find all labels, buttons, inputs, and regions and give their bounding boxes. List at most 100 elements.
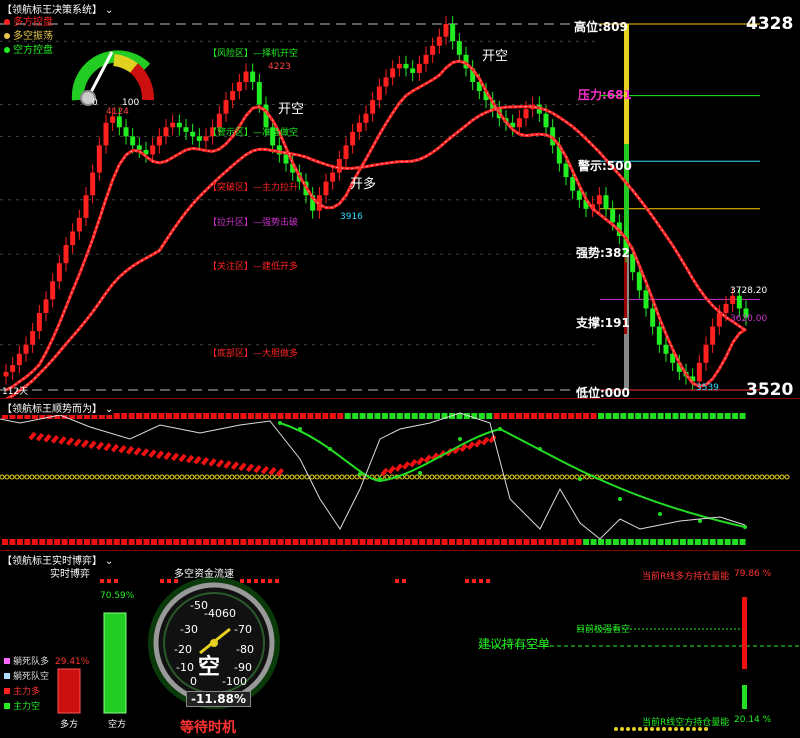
- gauge-value: -11.88%: [186, 691, 251, 707]
- candle-body: [730, 295, 736, 304]
- status-block-bottom: [24, 539, 31, 545]
- red-hatch: [155, 450, 165, 459]
- midline-dot: [59, 474, 65, 480]
- midline-dot: [194, 474, 200, 480]
- midline-dot: [134, 474, 140, 480]
- level-label: 高位:809: [574, 20, 628, 34]
- midline-dot: [704, 474, 710, 480]
- zone-label: 【警示区】—准备做空: [208, 128, 299, 138]
- status-block-bottom: [76, 539, 83, 545]
- candle-body: [150, 145, 156, 155]
- indicator-panel: 【领航标王顺势而为】 ⌄: [0, 398, 800, 551]
- midline-dot: [344, 474, 350, 480]
- status-block-bottom: [292, 539, 299, 545]
- candle-body: [423, 54, 429, 64]
- status-block-bottom: [91, 539, 98, 545]
- midline-dot: [629, 474, 635, 480]
- midline-dot: [424, 474, 430, 480]
- midline-dot: [109, 474, 115, 480]
- green-dot: [578, 477, 582, 481]
- price-mark: 4223: [268, 62, 291, 72]
- indicator-panel-title[interactable]: 【领航标王顺势而为】 ⌄: [2, 400, 114, 415]
- indicator-title-text: 【领航标王顺势而为】: [2, 404, 102, 415]
- status-block-bottom: [143, 539, 150, 545]
- status-block-top: [478, 413, 485, 419]
- midline-dot: [504, 474, 510, 480]
- status-block-bottom: [337, 539, 344, 545]
- status-block-top: [590, 413, 597, 419]
- legend-item: 主力多: [4, 685, 49, 700]
- midline-dot: [44, 474, 50, 480]
- status-block-bottom: [54, 539, 61, 545]
- midline-dot: [0, 474, 5, 480]
- candle-body: [256, 81, 262, 105]
- realtime-panel: 【领航标王实时博弈】 ⌄ 实时博弈 多空资金流速 70.59% 29.41% 多方…: [0, 550, 800, 738]
- status-block-bottom: [620, 539, 627, 545]
- status-block-bottom: [98, 539, 105, 545]
- status-block-bottom: [560, 539, 567, 545]
- midline-dot: [544, 474, 550, 480]
- midline-dot: [114, 474, 120, 480]
- status-block-bottom: [389, 539, 396, 545]
- status-block-bottom: [732, 539, 739, 545]
- midline-dot: [779, 474, 785, 480]
- status-block-top: [687, 413, 694, 419]
- main-panel-title[interactable]: 【领航标王决策系统】 ⌄: [2, 1, 114, 16]
- status-block-top: [530, 413, 537, 419]
- status-block-top: [724, 413, 731, 419]
- midline-dot: [309, 474, 315, 480]
- zone-label: 【关注区】—建低开多: [208, 262, 299, 272]
- midline-dot: [99, 474, 105, 480]
- green-dot: [458, 437, 462, 441]
- red-hatch: [148, 449, 157, 458]
- chevron-down-icon[interactable]: ⌄: [105, 404, 113, 415]
- zone-label: 【拉升区】—强势击破: [208, 218, 299, 228]
- status-block-bottom: [508, 539, 515, 545]
- status-block-bottom: [300, 539, 306, 545]
- chevron-down-icon[interactable]: ⌄: [105, 5, 113, 16]
- midline-dot: [784, 474, 790, 480]
- midline-dot: [419, 474, 425, 480]
- candle-body: [523, 109, 529, 119]
- midline-dot: [524, 474, 530, 480]
- status-block-top: [218, 413, 225, 419]
- chevron-down-icon[interactable]: ⌄: [105, 556, 113, 567]
- red-hatch: [208, 458, 217, 467]
- status-block-top: [359, 413, 366, 419]
- candle-body: [370, 100, 376, 114]
- candle-body: [236, 81, 242, 92]
- red-signal-dot: [247, 579, 251, 583]
- status-block-top: [665, 413, 672, 419]
- candle-body: [96, 145, 102, 173]
- red-signal-dot: [160, 579, 164, 583]
- candle-body: [176, 122, 182, 128]
- status-block-top: [620, 413, 627, 419]
- realtime-panel-title[interactable]: 【领航标王实时博弈】 ⌄: [2, 552, 114, 567]
- red-hatch: [65, 437, 75, 446]
- status-block-bottom: [635, 539, 642, 545]
- midline-dot: [634, 474, 640, 480]
- midline-dot: [9, 474, 15, 480]
- candle-body: [83, 195, 89, 218]
- legend-item: 多方控盘: [4, 16, 53, 30]
- midline-dot: [324, 474, 330, 480]
- status-block-top: [568, 413, 575, 419]
- status-block-bottom: [16, 539, 23, 545]
- status-block-bottom: [39, 539, 46, 545]
- legend-item: 空方控盘: [4, 44, 53, 58]
- level-label: 强势:382: [576, 246, 630, 260]
- midline-dot: [144, 474, 150, 480]
- signal-label: 开空: [482, 49, 509, 64]
- status-block-top: [314, 413, 321, 419]
- midline-dot: [4, 474, 10, 480]
- red-hatch: [245, 463, 255, 473]
- status-block-bottom: [650, 539, 657, 545]
- candle-body: [283, 154, 289, 164]
- midline-dot: [94, 474, 100, 480]
- bar-label: 空方: [108, 720, 127, 730]
- candle-body: [410, 68, 416, 73]
- gauge-tick: -80: [236, 643, 254, 656]
- midline-dot: [769, 474, 775, 480]
- status-block-bottom: [210, 539, 217, 545]
- status-block-bottom: [605, 539, 612, 545]
